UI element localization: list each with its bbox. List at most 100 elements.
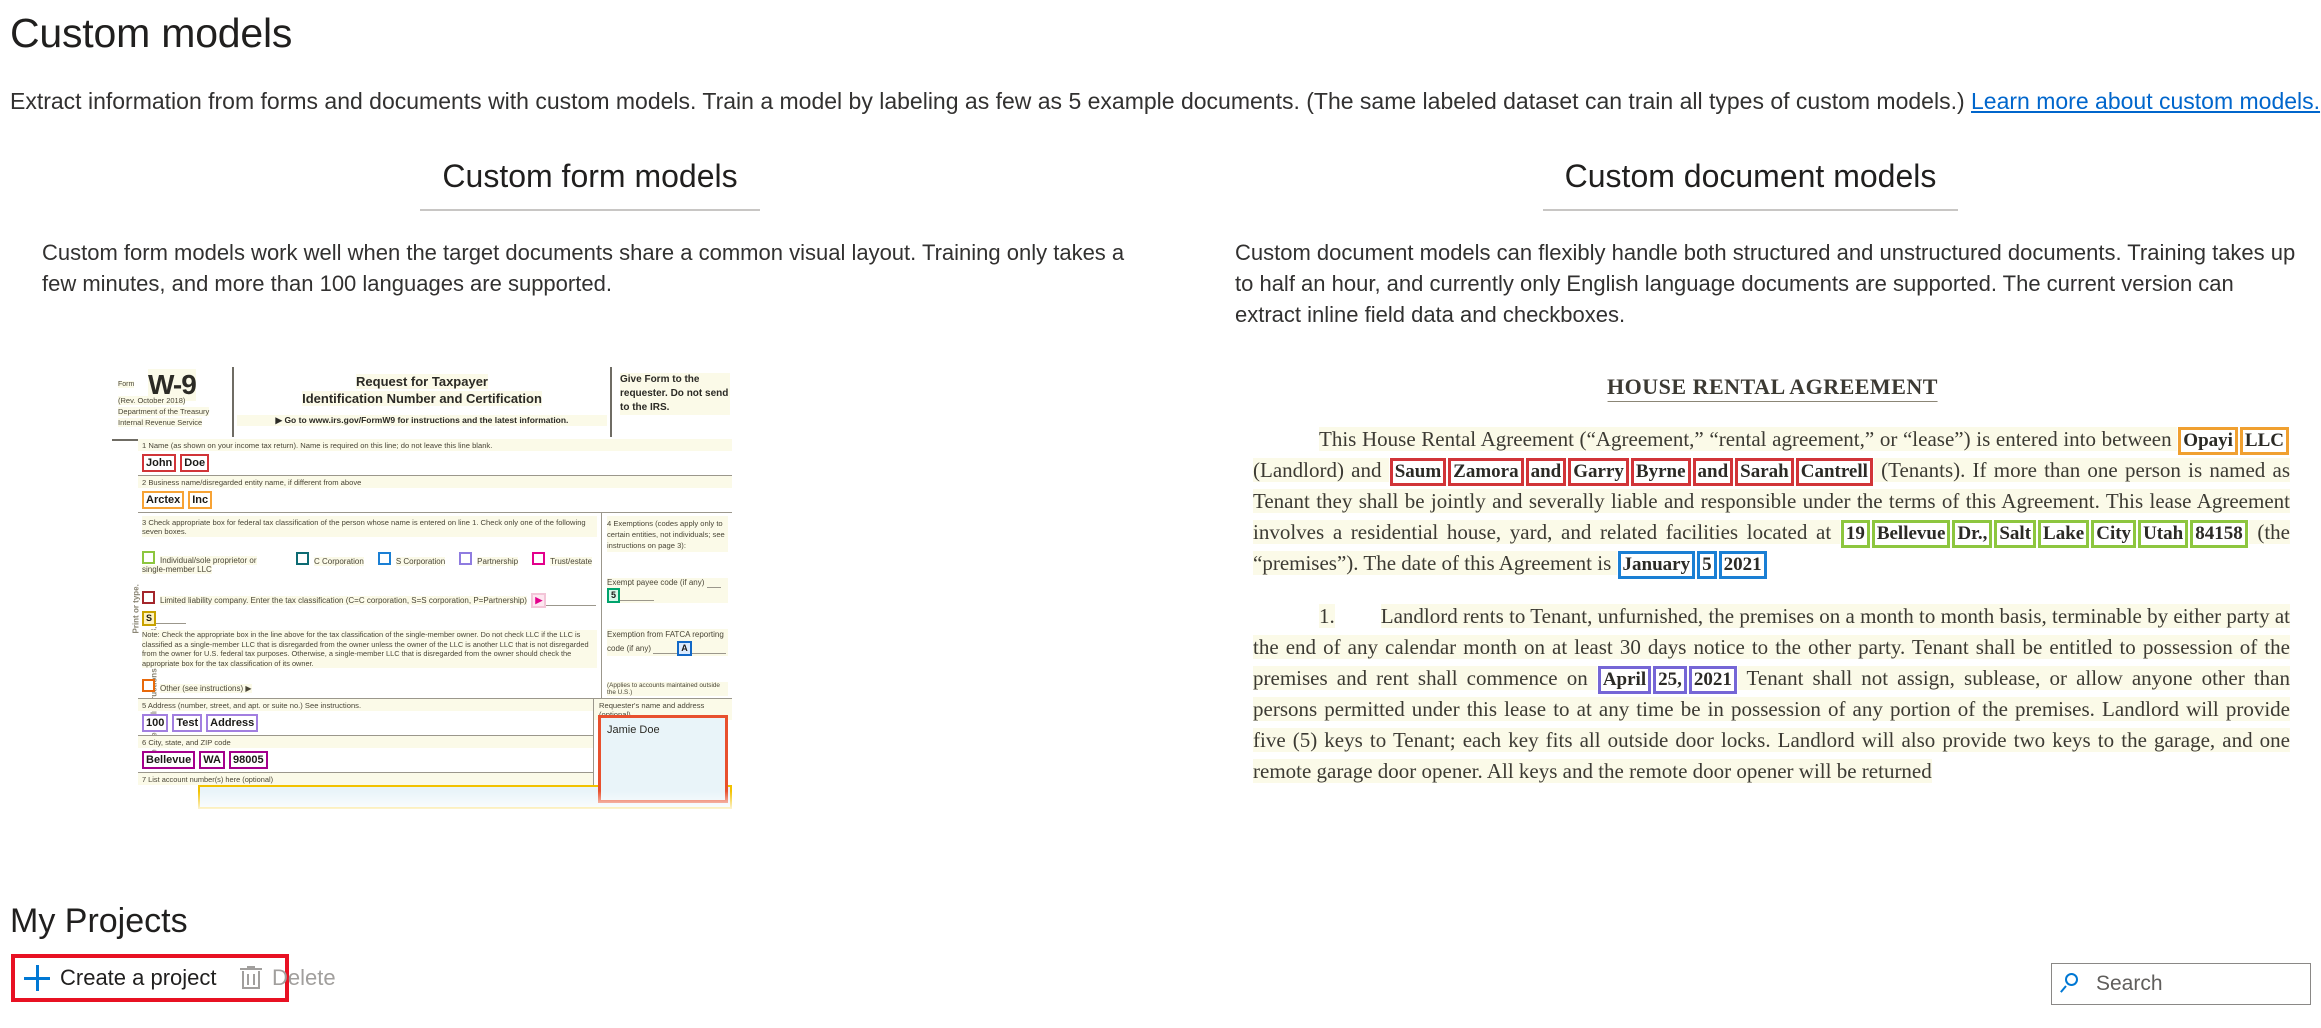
w9-line5-row: 5 Address (number, street, and apt. or s… (138, 699, 593, 737)
w9-token-street-num: 100 (142, 714, 169, 733)
rental-agreement-title: HOUSE RENTAL AGREEMENT (1607, 374, 1938, 402)
custom-document-models-description: Custom document models can flexibly hand… (1235, 240, 2296, 327)
rental-token-tenant-7: Sarah (1735, 458, 1794, 486)
w9-requester-value: Jamie Doe (598, 715, 728, 804)
checkbox-icon[interactable] (296, 552, 309, 565)
w9-line2-row: 2 Business name/disregarded entity name,… (138, 476, 732, 513)
w9-token-street-1: Test (172, 714, 203, 733)
rental-token-landlord-2: LLC (2239, 427, 2289, 455)
w9-exempt-payee-row: Exempt payee code (if any) 5 (607, 578, 728, 603)
w9-line4-label: 4 Exemptions (codes apply only to certai… (607, 516, 728, 552)
rental-token-tenant-6: and (1692, 458, 1734, 486)
w9-title-line1: Request for Taxpayer (356, 374, 488, 389)
rental-token-tenant-3: and (1525, 458, 1567, 486)
w9-line3-row: 3 Check appropriate box for federal tax … (138, 513, 732, 700)
checkbox-icon[interactable] (459, 552, 473, 565)
checkbox-icon[interactable] (377, 552, 391, 565)
rental-token-date-year: 2021 (1718, 551, 1767, 579)
checkbox-icon[interactable] (142, 679, 155, 693)
page-title: Custom models (10, 10, 293, 56)
w9-form-label: Form (118, 381, 135, 388)
delete-button[interactable]: Delete (240, 962, 336, 994)
rental-token-addr-8: 84158 (2190, 520, 2248, 548)
checkbox-icon[interactable] (142, 551, 155, 564)
w9-exempt-payee-value: 5 (607, 588, 621, 603)
w9-line6-label: 6 City, state, and ZIP code (138, 736, 593, 749)
w9-note-text: Note: Check the appropriate box in the l… (142, 630, 597, 669)
w9-token-state: WA (199, 751, 225, 770)
rental-agreement-paragraph-1: This House Rental Agreement (“Agreement,… (1253, 424, 2290, 579)
w9-token-street-2: Address (206, 714, 259, 733)
plus-icon (24, 965, 50, 991)
w9-title: Request for Taxpayer Identification Numb… (237, 373, 607, 407)
rental-token-landlord-1: Opayi (2178, 427, 2238, 455)
w9-checkbox-s-corp: S Corporation (377, 552, 446, 566)
w9-department: Department of the Treasury (118, 407, 210, 416)
create-project-label: Create a project (60, 965, 217, 990)
w9-checkbox-trust-label: Trust/estate (550, 557, 593, 566)
w9-llc-arrow-icon: ▶ (531, 593, 547, 608)
w9-token-business-2: Inc (188, 491, 213, 509)
rental-token-tenant-4: Garry (1568, 458, 1629, 486)
w9-checkbox-partnership: Partnership (459, 552, 519, 566)
rental-token-commence-year: 2021 (1688, 666, 1737, 694)
rental-p1-text-a: This House Rental Agreement (“Agreement,… (1319, 427, 2178, 451)
rental-token-addr-6: City (2091, 520, 2137, 548)
rental-token-addr-3: Dr., (1952, 520, 1993, 548)
rental-agreement-paragraph-2: 1. Landlord rents to Tenant, unfurnished,… (1253, 601, 2290, 787)
rental-token-tenant-1: Saum (1389, 458, 1447, 486)
w9-line1-label: 1 Name (as shown on your income tax retu… (138, 439, 732, 451)
w9-token-name-last: Doe (180, 454, 210, 472)
custom-models-page: Custom models Extract information from f… (0, 0, 2321, 1028)
create-project-button[interactable]: Create a project (24, 962, 217, 994)
search-box[interactable] (2051, 963, 2311, 1005)
w9-goto-line: ▶ Go to www.irs.gov/FormW9 for instructi… (237, 415, 607, 426)
w9-token-zip: 98005 (228, 751, 268, 770)
custom-form-models-heading: Custom form models (420, 155, 760, 211)
w9-line1-value: John Doe (138, 451, 732, 475)
rental-token-addr-7: Utah (2138, 520, 2189, 548)
custom-form-models-description: Custom form models work well when the ta… (42, 240, 1125, 296)
custom-document-models-heading-wrap: Custom document models (1180, 155, 2321, 211)
w9-checkbox-trust: Trust/estate (532, 552, 593, 566)
custom-form-models-heading-wrap: Custom form models (10, 155, 1170, 211)
w9-fatca-row: Exemption from FATCA reporting code (if … (607, 629, 728, 656)
rental-token-date-month: January (1617, 551, 1696, 579)
w9-token-name-first: John (142, 454, 177, 472)
custom-document-models-column: Custom document models Custom document m… (1180, 155, 2321, 330)
w9-llc-value: S (142, 611, 157, 626)
rental-token-addr-2: Bellevue (1871, 520, 1951, 548)
w9-revision: (Rev. October 2018) (118, 396, 186, 405)
rental-token-addr-1: 19 (1840, 520, 1870, 548)
w9-token-business-1: Arctex (142, 491, 185, 509)
trash-icon (240, 966, 262, 990)
w9-fatca-value: A (677, 641, 692, 656)
w9-checkbox-individual: Individual/sole proprietor or single-mem… (142, 551, 282, 574)
w9-line7-label: 7 List account number(s) here (optional) (138, 773, 593, 786)
w9-other-label: Other (see instructions) ▶ (160, 684, 252, 694)
w9-agency-block: (Rev. October 2018) Department of the Tr… (118, 395, 210, 428)
checkbox-icon[interactable] (532, 552, 546, 565)
page-description: Extract information from forms and docum… (10, 86, 2320, 116)
custom-form-models-column: Custom form models Custom form models wo… (10, 155, 1170, 299)
page-description-text: Extract information from forms and docum… (10, 88, 1972, 114)
my-projects-title: My Projects (10, 902, 188, 940)
w9-checkbox-c-corp-label: C Corporation (314, 557, 364, 566)
w9-checkbox-individual-label: Individual/sole proprietor or single-mem… (142, 556, 257, 574)
w9-line6-value: Bellevue WA 98005 (138, 748, 593, 772)
checkbox-icon[interactable] (142, 591, 155, 604)
learn-more-link[interactable]: Learn more about custom models. (1971, 88, 2320, 114)
rental-token-tenant-5: Byrne (1630, 458, 1691, 486)
w9-agency: Internal Revenue Service (118, 418, 203, 427)
search-input[interactable] (2094, 971, 2288, 997)
rental-p2-number: 1. (1319, 604, 1335, 628)
w9-checkbox-c-corp: C Corporation (296, 552, 364, 566)
w9-line5-value: 100 Test Address (138, 711, 593, 735)
w9-line1-row: 1 Name (as shown on your income tax retu… (138, 439, 732, 476)
projects-toolbar: Create a project Delete (0, 954, 2321, 1010)
rental-token-date-day: 5 (1697, 551, 1717, 579)
w9-address-section: 5 Address (number, street, and apt. or s… (138, 699, 732, 804)
rental-token-commence-month: April (1597, 666, 1652, 694)
w9-form-sample-image: Form W-9 (Rev. October 2018) Department … (112, 367, 734, 813)
rental-token-commence-day: 25, (1653, 666, 1687, 694)
